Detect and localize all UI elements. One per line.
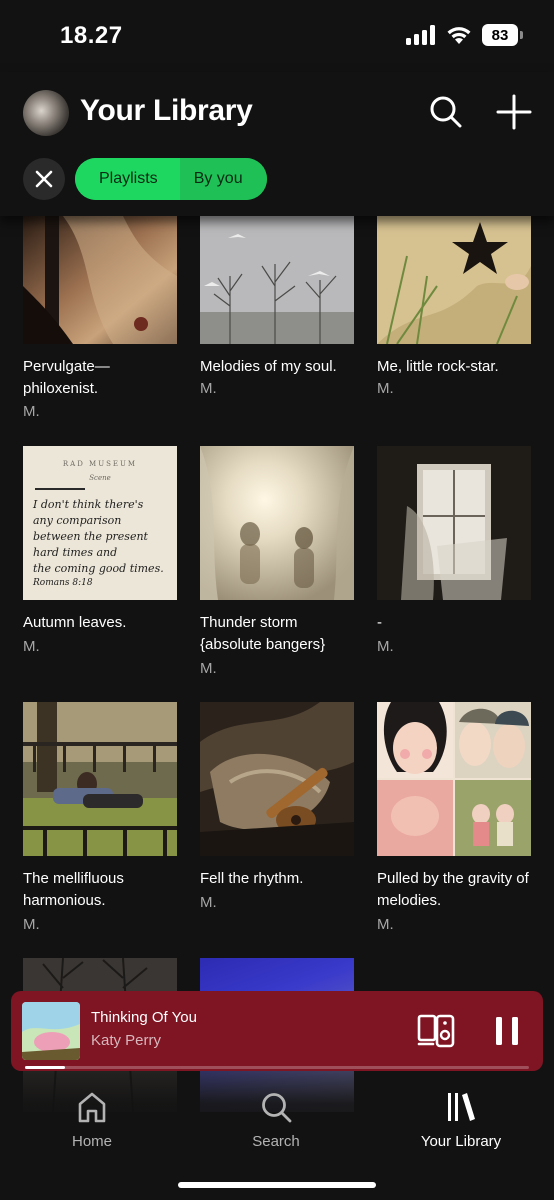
playlist-title: Pulled by the gravity of melodies. <box>377 870 529 909</box>
playlist-cover <box>23 702 177 856</box>
cover-note-line: between the present <box>33 530 148 543</box>
playlist-title: Melodies of my soul. <box>200 358 337 375</box>
playlist-cover <box>200 702 354 856</box>
page-title: Your Library <box>80 94 253 127</box>
playlist-owner: M. <box>23 403 40 420</box>
playlist-owner: M. <box>23 638 40 655</box>
playlist-title: Me, little rock-star. <box>377 358 499 375</box>
playlist-tile[interactable]: Pulled by the gravity of melodies. M. <box>377 702 531 933</box>
home-indicator <box>178 1182 376 1188</box>
playlist-cover <box>377 702 531 856</box>
playlist-tile[interactable]: The mellifluous harmonious. M. <box>23 702 177 933</box>
now-playing-artist: Katy Perry <box>91 1032 162 1049</box>
playlist-owner: M. <box>200 660 217 677</box>
playlist-owner: M. <box>200 894 217 911</box>
filter-chip-by-you[interactable]: By you <box>179 158 267 200</box>
search-button[interactable] <box>426 92 466 132</box>
filter-chip-playlists[interactable]: Playlists <box>75 158 180 200</box>
playlist-cover <box>23 216 177 344</box>
filter-chip-group: Playlists By you <box>75 158 267 200</box>
close-icon <box>35 170 53 188</box>
playlist-title: Fell the rhythm. <box>200 870 304 887</box>
search-icon <box>430 96 462 128</box>
cover-note-line: the coming good times. <box>33 562 164 575</box>
cover-strike <box>35 488 85 490</box>
library-header: Your Library Playlists By you <box>0 72 554 216</box>
now-playing-title: Thinking Of You <box>91 1009 197 1026</box>
playlist-cover <box>200 216 354 344</box>
cover-note-line: Romans 8:18 <box>33 578 93 588</box>
playlist-cover <box>377 216 531 344</box>
playback-progress-fill <box>25 1066 66 1069</box>
playlist-owner: M. <box>23 916 40 933</box>
playlist-title: Autumn leaves. <box>23 614 127 631</box>
cover-note-line: any comparison <box>33 514 122 527</box>
mini-player[interactable]: Thinking Of You Katy Perry <box>11 991 543 1071</box>
playlist-tile[interactable]: Me, little rock-star. M. <box>377 216 531 416</box>
cover-note-line: hard times and <box>33 546 118 559</box>
playlist-title: Pervulgate—philoxenist. <box>23 358 110 397</box>
playlist-owner: M. <box>377 380 394 397</box>
playlist-tile[interactable]: Melodies of my soul. M. <box>200 216 354 416</box>
playlist-tile[interactable]: Thunder storm {absolute bangers} M. <box>200 446 354 677</box>
avatar[interactable] <box>23 90 69 136</box>
playlist-tile[interactable]: - M. <box>377 446 531 666</box>
plus-icon <box>496 94 532 130</box>
clear-filter-button[interactable] <box>23 158 65 200</box>
cover-note-line: I don't think there's <box>33 498 144 511</box>
playlist-title: - <box>377 614 382 631</box>
playlist-owner: M. <box>377 638 394 655</box>
playlist-tile[interactable]: Pervulgate—philoxenist. M. <box>23 216 177 420</box>
playlist-cover: RAD MUSEUM Scene I don't think there's a… <box>23 446 177 600</box>
nav-search[interactable]: Search <box>206 1089 346 1150</box>
pause-icon <box>496 1017 518 1045</box>
search-icon <box>262 1093 292 1123</box>
playback-progress[interactable] <box>25 1066 529 1069</box>
nav-home[interactable]: Home <box>22 1089 162 1150</box>
speaker-device-icon <box>417 1014 455 1048</box>
playlist-cover <box>200 446 354 600</box>
nav-home-label: Home <box>71 1133 112 1150</box>
nav-search-label: Search <box>252 1133 300 1150</box>
playlist-owner: M. <box>377 916 394 933</box>
bottom-nav: Home Search Your Library <box>0 1071 554 1200</box>
cover-museum-label: RAD MUSEUM <box>62 460 138 468</box>
playlist-tile[interactable]: RAD MUSEUM Scene I don't think there's a… <box>23 446 177 666</box>
filter-bar: Playlists By you <box>23 158 267 200</box>
now-playing-cover <box>22 1002 80 1060</box>
playlist-title: The mellifluous harmonious. <box>23 870 124 909</box>
pause-button[interactable] <box>489 1013 525 1049</box>
playlist-tile[interactable]: Fell the rhythm. M. <box>200 702 354 932</box>
playlist-owner: M. <box>200 380 217 397</box>
home-icon <box>78 1092 106 1123</box>
add-button[interactable] <box>494 92 534 132</box>
playlist-cover <box>377 446 531 600</box>
cover-scene-label: Scene <box>89 474 111 482</box>
library-icon <box>448 1093 475 1121</box>
nav-library-label: Your Library <box>420 1133 502 1150</box>
nav-your-library[interactable]: Your Library <box>391 1089 531 1150</box>
playlist-title: Thunder storm {absolute bangers} <box>200 614 326 653</box>
connect-device-button[interactable] <box>417 1013 455 1049</box>
